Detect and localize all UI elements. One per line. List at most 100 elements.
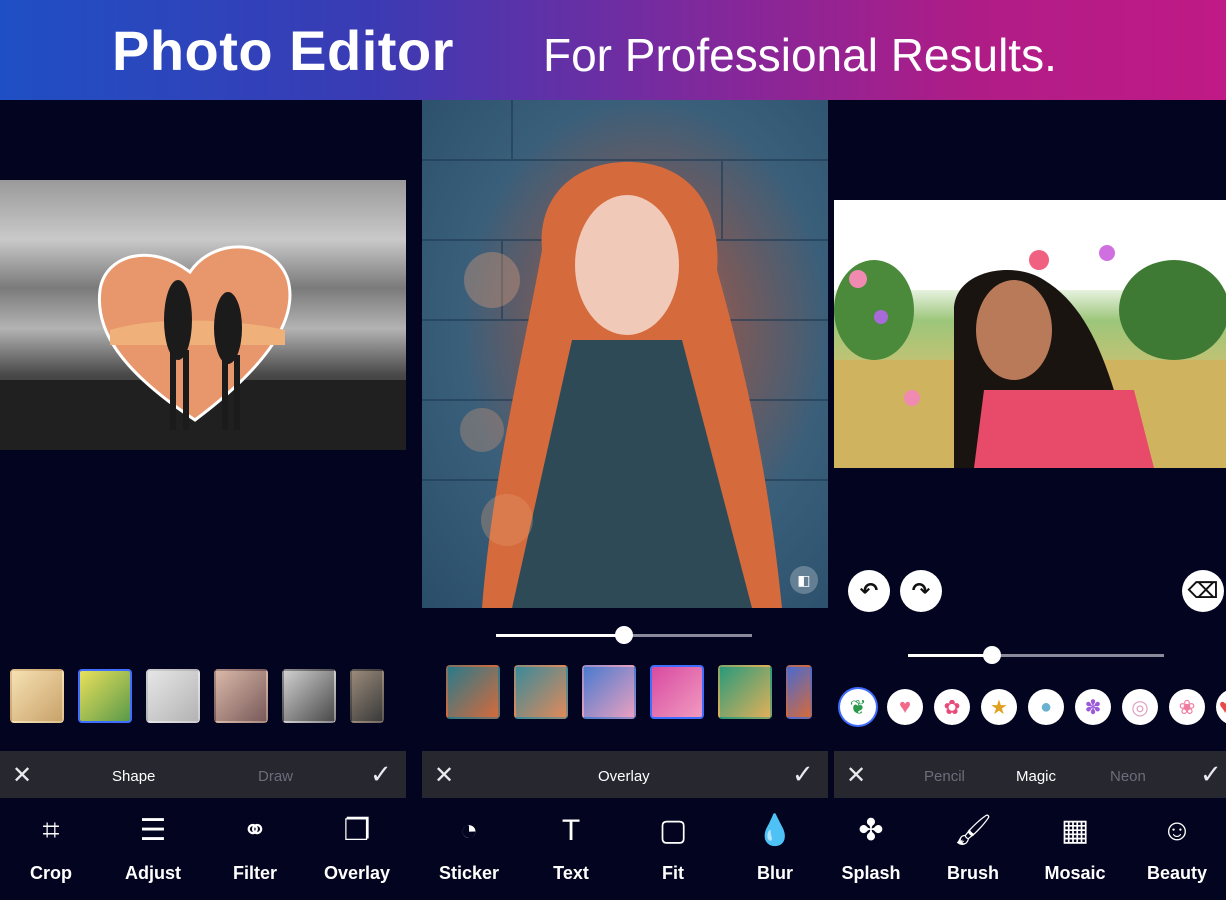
- confirm-check-icon[interactable]: ✓: [792, 759, 814, 790]
- overlay-icon: ❐: [343, 814, 371, 847]
- overlay-thumb[interactable]: [514, 665, 568, 719]
- fit-icon: ▢: [658, 814, 688, 847]
- flower-sticker: [1029, 250, 1049, 270]
- tool-label: Filter: [232, 863, 277, 883]
- brush-tab-bar: ✕ Pencil Magic Neon ✓: [834, 751, 1226, 798]
- portrait-photo: ◧: [422, 100, 828, 608]
- overlay-tab-bar: ✕ Overlay ✓: [422, 751, 828, 798]
- beauty-icon: ☺: [1161, 814, 1193, 847]
- tool-label: Blur: [757, 863, 793, 883]
- beauty-tool-button[interactable]: ☺ Beauty: [1126, 800, 1226, 900]
- overlay-thumb[interactable]: [718, 665, 772, 719]
- tab-magic[interactable]: Magic: [1016, 768, 1056, 785]
- magic-photo-art: [834, 200, 1226, 468]
- shape-thumb[interactable]: [350, 669, 384, 723]
- crop-icon: ⌗: [42, 814, 60, 847]
- heart-shape-photo: [0, 180, 406, 450]
- tool-label: Splash: [841, 863, 901, 883]
- slider-fill: [496, 634, 624, 637]
- overlay-thumb[interactable]: [446, 665, 500, 719]
- overlay-tool-button[interactable]: ❐ Overlay: [306, 800, 408, 900]
- text-tool-button[interactable]: T Text: [520, 800, 622, 900]
- tab-pencil[interactable]: Pencil: [924, 768, 965, 785]
- banner-title: Photo Editor: [112, 19, 454, 82]
- splash-tool-button[interactable]: ✤ Splash: [832, 800, 922, 900]
- brush-tool-button[interactable]: 🖌 Brush: [922, 800, 1024, 900]
- tool-row: ✤ Splash 🖌 Brush ▦ Mosaic ☺ Beauty: [832, 800, 1226, 900]
- crop-tool-button[interactable]: ⌗ Crop: [0, 800, 102, 900]
- tool-row: ⌗ Crop ☰ Adjust ⚭ Filter ❐ Overlay: [0, 800, 408, 900]
- adjust-tool-button[interactable]: ☰ Adjust: [102, 800, 204, 900]
- pink-flower-sticker[interactable]: ❀: [1169, 689, 1205, 725]
- tab-overlay[interactable]: Overlay: [598, 768, 650, 785]
- shape-tab-bar: ✕ Shape Draw ✓: [0, 751, 406, 798]
- brush-icon: 🖌: [953, 814, 993, 847]
- overlay-editor-panel: ◧ ✕ Overlay ✓ ◔ Sticker T Text ▢ Fit �: [418, 100, 830, 900]
- flower-sticker[interactable]: ✿: [934, 689, 970, 725]
- tool-label: Overlay: [323, 863, 391, 883]
- overlay-thumb-selected[interactable]: [650, 665, 704, 719]
- sticker-partial[interactable]: ♥: [1216, 689, 1226, 725]
- tool-label: Adjust: [125, 863, 181, 883]
- overlay-thumbnails: [446, 665, 812, 719]
- overlay-thumb[interactable]: [786, 665, 812, 719]
- tool-label: Brush: [946, 863, 999, 883]
- shape-thumb-selected[interactable]: [78, 669, 132, 723]
- close-icon[interactable]: ✕: [434, 761, 454, 790]
- mosaic-icon: ▦: [1060, 814, 1090, 847]
- compare-icon[interactable]: ◧: [790, 566, 818, 594]
- butterfly-sticker[interactable]: ❦: [840, 689, 876, 725]
- overlay-thumb[interactable]: [582, 665, 636, 719]
- magic-sticker-row: ❦ ♥ ✿ ★ ● ✽ ◎ ❀ ♥: [840, 689, 1226, 725]
- confirm-check-icon[interactable]: ✓: [1200, 759, 1222, 790]
- shape-editor-panel: ✕ Shape Draw ✓ ⌗ Crop ☰ Adjust ⚭ Filter …: [0, 100, 412, 900]
- fit-tool-button[interactable]: ▢ Fit: [622, 800, 724, 900]
- sticker-icon: ◔: [459, 814, 479, 847]
- filter-tool-button[interactable]: ⚭ Filter: [204, 800, 306, 900]
- violet-flower-sticker[interactable]: ✽: [1075, 689, 1111, 725]
- slider-knob[interactable]: [615, 626, 633, 644]
- star-sticker[interactable]: ★: [981, 689, 1017, 725]
- shape-thumb[interactable]: [282, 669, 336, 723]
- close-icon[interactable]: ✕: [12, 761, 32, 790]
- close-icon[interactable]: ✕: [846, 761, 866, 790]
- portrait-art: [422, 100, 828, 608]
- shape-thumb[interactable]: [146, 669, 200, 723]
- flower-sticker: [849, 270, 867, 288]
- slider-knob[interactable]: [983, 646, 1001, 664]
- tool-label: Crop: [30, 863, 72, 883]
- heart-sticker[interactable]: ♥: [887, 689, 923, 725]
- tool-row: ◔ Sticker T Text ▢ Fit 💧 Blur: [418, 800, 826, 900]
- brush-size-slider[interactable]: [908, 646, 1164, 664]
- tab-neon[interactable]: Neon: [1110, 768, 1146, 785]
- tab-shape[interactable]: Shape: [112, 768, 155, 785]
- swirl-sticker[interactable]: ◎: [1122, 689, 1158, 725]
- shape-thumb[interactable]: [214, 669, 268, 723]
- undo-button[interactable]: ↶: [848, 570, 890, 612]
- splash-icon: ✤: [858, 814, 884, 847]
- blur-tool-button[interactable]: 💧 Blur: [724, 800, 826, 900]
- blur-icon: 💧: [756, 814, 794, 847]
- slider-fill: [908, 654, 992, 657]
- shape-thumb[interactable]: [10, 669, 64, 723]
- sticker-tool-button[interactable]: ◔ Sticker: [418, 800, 520, 900]
- bubble-sticker[interactable]: ●: [1028, 689, 1064, 725]
- flower-sticker: [874, 310, 888, 324]
- magic-brush-panel: ↶ ↷ ⌫ ❦ ♥ ✿ ★ ● ✽ ◎ ❀ ♥ ✕ Pencil Magic N…: [832, 100, 1226, 900]
- tab-draw[interactable]: Draw: [258, 768, 293, 785]
- adjust-icon: ☰: [139, 814, 167, 847]
- tool-label: Fit: [662, 863, 684, 883]
- tool-label: Beauty: [1146, 863, 1208, 883]
- filter-icon: ⚭: [242, 814, 268, 847]
- banner-subtitle: For Professional Results.: [543, 29, 1057, 81]
- eraser-button[interactable]: ⌫: [1182, 570, 1224, 612]
- mosaic-tool-button[interactable]: ▦ Mosaic: [1024, 800, 1126, 900]
- tool-label: Sticker: [438, 863, 500, 883]
- redo-button[interactable]: ↷: [900, 570, 942, 612]
- overlay-intensity-slider[interactable]: [496, 626, 752, 644]
- woman-with-flowers-photo: [834, 200, 1226, 468]
- tool-label: Text: [553, 863, 589, 883]
- header-banner: Photo Editor For Professional Results.: [0, 0, 1226, 100]
- confirm-check-icon[interactable]: ✓: [370, 759, 392, 790]
- flower-sticker: [904, 390, 920, 406]
